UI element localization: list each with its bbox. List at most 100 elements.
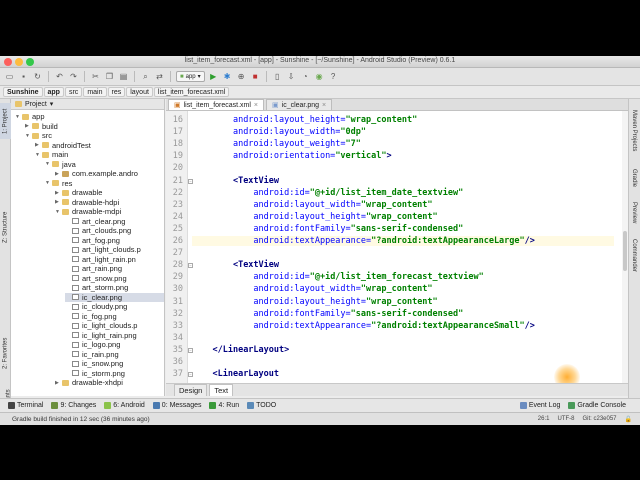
open-folder-icon[interactable]: ▭ xyxy=(4,71,15,82)
vcs-branch[interactable]: Git: c23e057 xyxy=(582,416,616,423)
tree-item[interactable]: art_light_rain.pn xyxy=(65,255,164,265)
tool-run[interactable]: 4: Run xyxy=(209,402,239,409)
scrollbar-thumb[interactable] xyxy=(623,231,627,271)
tree-item[interactable]: ▼ app xyxy=(15,112,164,122)
tree-item[interactable]: art_snow.png xyxy=(65,274,164,284)
tree-item[interactable]: art_clouds.png xyxy=(65,226,164,236)
paste-icon[interactable]: ▤ xyxy=(118,71,129,82)
expanded-arrow-icon[interactable]: ▼ xyxy=(25,133,32,139)
tree-item[interactable]: ▶ com.example.andro xyxy=(55,169,164,179)
cut-icon[interactable]: ✂ xyxy=(90,71,101,82)
breadcrumb-module[interactable]: app xyxy=(43,87,64,97)
tree-item[interactable]: ▼ res xyxy=(45,179,164,189)
run-configuration-dropdown[interactable]: ■ app ▾ xyxy=(176,71,205,82)
fold-icon[interactable]: − xyxy=(188,178,193,184)
tree-item[interactable]: ▶ androidTest xyxy=(35,141,164,151)
redo-icon[interactable]: ↷ xyxy=(68,71,79,82)
code-line[interactable]: android:id="@+id/list_item_date_textview… xyxy=(192,188,614,198)
collapsed-arrow-icon[interactable]: ▶ xyxy=(35,142,42,148)
breadcrumb-main[interactable]: main xyxy=(83,87,107,97)
close-icon[interactable]: × xyxy=(254,102,258,109)
tree-item[interactable]: ic_fog.png xyxy=(65,312,164,322)
tree-item[interactable]: art_light_clouds.p xyxy=(65,245,164,255)
code-line[interactable]: android:layout_width="0dp" xyxy=(192,127,614,137)
tree-item[interactable]: ic_rain.png xyxy=(65,350,164,360)
tab-commander[interactable]: Commander xyxy=(628,233,640,279)
fold-icon[interactable]: − xyxy=(188,347,193,353)
code-line[interactable]: android:textAppearance="?android:textApp… xyxy=(192,321,614,331)
tool-gradle-console[interactable]: Gradle Console xyxy=(568,402,626,409)
breadcrumb-layout[interactable]: layout xyxy=(126,87,153,97)
breadcrumb-res[interactable]: res xyxy=(107,87,126,97)
tool-android[interactable]: 6: Android xyxy=(104,402,145,409)
tab-structure[interactable]: Z: Structure xyxy=(0,207,11,247)
tab-ic-clear[interactable]: ▣ ic_clear.png × xyxy=(266,99,333,110)
undo-icon[interactable]: ↶ xyxy=(54,71,65,82)
tree-item[interactable]: ▼ drawable-mdpi xyxy=(55,207,164,217)
code-line[interactable]: android:layout_height="wrap_content" xyxy=(192,297,614,307)
lock-icon[interactable]: 🔓 xyxy=(625,416,632,423)
tab-project[interactable]: 1: Project xyxy=(0,103,11,139)
expanded-arrow-icon[interactable]: ▼ xyxy=(55,209,62,215)
tree-item[interactable]: ic_storm.png xyxy=(65,369,164,379)
attach-debugger-icon[interactable]: ⊕ xyxy=(236,71,247,82)
caret-position[interactable]: 26:1 xyxy=(538,416,550,423)
project-view-selector[interactable]: Project xyxy=(25,101,47,108)
code-line[interactable]: android:id="@+id/list_item_forecast_text… xyxy=(192,272,614,282)
tool-todo[interactable]: TODO xyxy=(247,402,276,409)
tree-item[interactable]: ic_clear.png xyxy=(65,292,164,302)
tab-gradle[interactable]: Gradle xyxy=(628,163,640,193)
avd-manager-icon[interactable]: ▯ xyxy=(272,71,283,82)
tab-design[interactable]: Design xyxy=(174,383,208,396)
find-icon[interactable]: ⌕ xyxy=(140,71,151,82)
code-line[interactable]: android:fontFamily="sans-serif-condensed… xyxy=(192,224,614,234)
tree-item[interactable]: ic_logo.png xyxy=(65,340,164,350)
code-line[interactable]: </LinearLayout> xyxy=(192,345,614,355)
tree-item[interactable]: art_fog.png xyxy=(65,236,164,246)
code-line[interactable]: android:layout_weight="7" xyxy=(192,139,614,149)
code-line[interactable]: android:orientation="vertical"> xyxy=(192,151,614,161)
tool-event-log[interactable]: Event Log xyxy=(519,402,560,409)
breadcrumb-src[interactable]: src xyxy=(64,87,83,97)
tab-maven-projects[interactable]: Maven Projects xyxy=(628,103,640,159)
tab-list-item-forecast[interactable]: ▣ list_item_forecast.xml × xyxy=(168,99,265,110)
code-line[interactable]: <TextView xyxy=(192,260,614,270)
collapsed-arrow-icon[interactable]: ▶ xyxy=(55,380,62,386)
expanded-arrow-icon[interactable]: ▼ xyxy=(15,114,22,120)
tree-item[interactable]: art_rain.png xyxy=(65,264,164,274)
tree-item[interactable]: ic_light_clouds.p xyxy=(65,321,164,331)
tool-terminal[interactable]: Terminal xyxy=(8,402,43,409)
collapsed-arrow-icon[interactable]: ▶ xyxy=(55,199,62,205)
copy-icon[interactable]: ❐ xyxy=(104,71,115,82)
save-icon[interactable]: ▪ xyxy=(18,71,29,82)
expanded-arrow-icon[interactable]: ▼ xyxy=(45,180,52,186)
code-line[interactable]: android:layout_width="wrap_content" xyxy=(192,200,614,210)
tab-favorites[interactable]: 2: Favorites xyxy=(0,331,11,375)
code-line[interactable]: android:textAppearance="?android:textApp… xyxy=(192,236,614,246)
file-encoding[interactable]: UTF-8 xyxy=(557,416,574,423)
tree-item[interactable]: ic_cloudy.png xyxy=(65,302,164,312)
tree-item[interactable]: ▶ drawable xyxy=(55,188,164,198)
tree-item[interactable]: ▼ java xyxy=(45,160,164,170)
tree-item[interactable]: ic_snow.png xyxy=(65,359,164,369)
run-icon[interactable]: ▶ xyxy=(208,71,219,82)
code-line[interactable]: <LinearLayout xyxy=(192,369,614,379)
breadcrumb-project[interactable]: Sunshine xyxy=(3,87,43,97)
tree-item[interactable]: art_clear.png xyxy=(65,217,164,227)
collapsed-arrow-icon[interactable]: ▶ xyxy=(55,171,62,177)
expanded-arrow-icon[interactable]: ▼ xyxy=(35,152,42,158)
tab-text[interactable]: Text xyxy=(209,383,234,396)
code-line[interactable]: android:layout_height="wrap_content" xyxy=(192,212,614,222)
code-line[interactable]: android:layout_height="wrap_content" xyxy=(192,115,614,125)
code-line[interactable]: android:fontFamily="sans-serif-condensed… xyxy=(192,309,614,319)
collapsed-arrow-icon[interactable]: ▶ xyxy=(25,123,32,129)
stop-icon[interactable]: ■ xyxy=(250,71,261,82)
tree-item[interactable]: art_storm.png xyxy=(65,283,164,293)
collapsed-arrow-icon[interactable]: ▶ xyxy=(55,190,62,196)
help-icon[interactable]: ? xyxy=(328,71,339,82)
tree-item[interactable]: ▶ drawable-xhdpi xyxy=(55,378,164,388)
tab-preview[interactable]: Preview xyxy=(628,197,640,229)
sync-icon[interactable]: ↻ xyxy=(32,71,43,82)
tree-item[interactable]: ic_light_rain.png xyxy=(65,331,164,341)
fold-icon[interactable]: − xyxy=(188,372,193,378)
